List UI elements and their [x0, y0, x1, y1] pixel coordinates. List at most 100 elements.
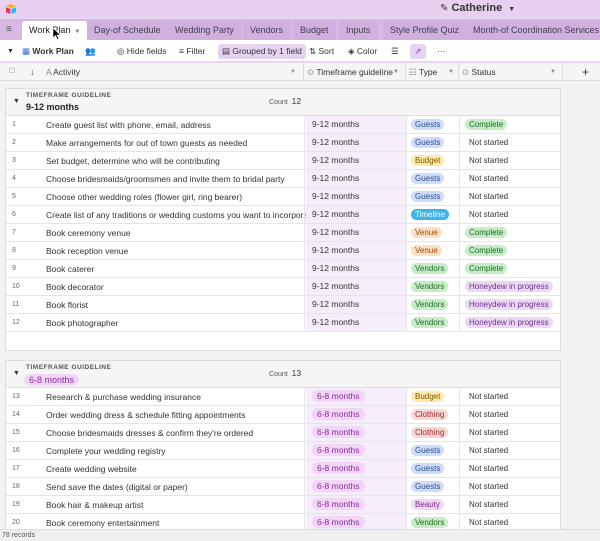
type-cell[interactable]: Clothing — [411, 409, 449, 420]
table-row[interactable]: 18 Send save the dates (digital or paper)… — [6, 478, 560, 496]
status-cell[interactable]: Not started — [465, 517, 512, 528]
activity-cell[interactable]: Create list of any traditions or wedding… — [46, 206, 315, 224]
column-header-status[interactable]: ⊙ Status ▼ — [462, 63, 560, 81]
status-cell[interactable]: Not started — [465, 391, 512, 402]
color-button[interactable]: ◈ Color — [348, 44, 377, 59]
activity-cell[interactable]: Book photographer — [46, 314, 118, 332]
table-row[interactable]: 20 Book ceremony entertainment 6-8 months V… — [6, 514, 560, 529]
timeframe-cell[interactable]: 6-8 months — [306, 496, 407, 513]
type-cell[interactable]: Timeline — [411, 209, 449, 220]
timeframe-cell[interactable]: 9-12 months — [306, 152, 407, 169]
table-row[interactable]: 1 Create guest list with phone, email, ad… — [6, 116, 560, 134]
status-cell[interactable]: Honeydew in progress — [465, 281, 553, 292]
column-header-timeframe[interactable]: ⊙ Timeframe guideline ▼ — [307, 63, 403, 81]
table-row[interactable]: 13 Research & purchase wedding insurance 6… — [6, 388, 560, 406]
activity-cell[interactable]: Book ceremony entertainment — [46, 514, 159, 529]
sort-button[interactable]: ⇅ Sort — [309, 44, 334, 59]
type-cell[interactable]: Venue — [411, 245, 442, 256]
type-cell[interactable]: Guests — [411, 137, 445, 148]
type-cell[interactable]: Budget — [411, 155, 445, 166]
type-cell[interactable]: Guests — [411, 173, 445, 184]
timeframe-cell[interactable]: 6-8 months — [306, 460, 407, 477]
type-cell[interactable]: Guests — [411, 191, 445, 202]
group-header[interactable]: ▼ TIMEFRAME GUIDELINE 6-8 months Count 13 — [6, 361, 560, 388]
timeframe-cell[interactable]: 9-12 months — [306, 170, 407, 187]
add-record-row[interactable] — [6, 332, 560, 350]
status-cell[interactable]: Honeydew in progress — [465, 317, 553, 328]
tab-vendors[interactable]: Vendors — [243, 21, 291, 40]
menu-icon[interactable]: ≡ — [6, 24, 12, 35]
type-cell[interactable]: Guests — [411, 463, 445, 474]
timeframe-cell[interactable]: 9-12 months — [306, 116, 407, 133]
table-row[interactable]: 17 Create wedding website 6-8 months Guests… — [6, 460, 560, 478]
collapse-toggle-icon[interactable]: ▼ — [13, 370, 20, 377]
timeframe-cell[interactable]: 9-12 months — [306, 260, 407, 277]
hide-fields-button[interactable]: ◎ Hide fields — [117, 44, 166, 59]
airtable-logo-icon[interactable] — [5, 3, 17, 15]
more-options-button[interactable]: ··· — [437, 44, 446, 59]
chevron-down-icon[interactable]: ▼ — [290, 63, 296, 81]
status-cell[interactable]: Not started — [465, 445, 512, 456]
status-cell[interactable]: Complete — [465, 119, 508, 130]
timeframe-cell[interactable]: 6-8 months — [306, 442, 407, 459]
status-cell[interactable]: Complete — [465, 227, 508, 238]
activity-cell[interactable]: Make arrangements for out of town guests… — [46, 134, 247, 152]
table-row[interactable]: 4 Choose bridesmaids/groomsmen and invite… — [6, 170, 560, 188]
status-cell[interactable]: Not started — [465, 499, 512, 510]
collaborators-icon[interactable]: 👥 — [85, 44, 96, 59]
row-height-icon[interactable]: ☰ — [391, 44, 399, 59]
activity-cell[interactable]: Book hair & makeup artist — [46, 496, 143, 514]
table-row[interactable]: 12 Book photographer 9-12 months Vendors Hon… — [6, 314, 560, 332]
table-row[interactable]: 9 Book caterer 9-12 months Vendors Complete — [6, 260, 560, 278]
activity-cell[interactable]: Create guest list with phone, email, add… — [46, 116, 211, 134]
status-cell[interactable]: Not started — [465, 191, 512, 202]
timeframe-cell[interactable]: 9-12 months — [306, 224, 407, 241]
type-cell[interactable]: Budget — [411, 391, 445, 402]
type-cell[interactable]: Beauty — [411, 499, 444, 510]
timeframe-cell[interactable]: 9-12 months — [306, 188, 407, 205]
timeframe-cell[interactable]: 6-8 months — [306, 478, 407, 495]
timeframe-cell[interactable]: 6-8 months — [306, 388, 407, 405]
status-cell[interactable]: Not started — [465, 173, 512, 184]
add-column-button[interactable]: + — [582, 63, 589, 81]
timeframe-cell[interactable]: 9-12 months — [306, 206, 407, 223]
type-cell[interactable]: Venue — [411, 227, 442, 238]
type-cell[interactable]: Vendors — [411, 317, 449, 328]
column-header-activity[interactable]: A Activity ▼ — [46, 63, 300, 81]
status-cell[interactable]: Complete — [465, 245, 508, 256]
status-cell[interactable]: Not started — [465, 137, 512, 148]
type-cell[interactable]: Guests — [411, 119, 445, 130]
status-cell[interactable]: Complete — [465, 263, 508, 274]
status-cell[interactable]: Honeydew in progress — [465, 299, 553, 310]
table-row[interactable]: 2 Make arrangements for out of town guest… — [6, 134, 560, 152]
tab-day-of-schedule[interactable]: Day-of Schedule — [87, 21, 168, 40]
activity-cell[interactable]: Complete your wedding registry — [46, 442, 166, 460]
type-cell[interactable]: Vendors — [411, 299, 449, 310]
type-cell[interactable]: Guests — [411, 481, 445, 492]
base-title[interactable]: ✎ Catherine ▼ — [440, 2, 515, 14]
tab-style-profile-quiz[interactable]: Style Profile Quiz — [383, 21, 467, 40]
timeframe-cell[interactable]: 6-8 months — [306, 424, 407, 441]
timeframe-cell[interactable]: 6-8 months — [306, 406, 407, 423]
chevron-down-icon[interactable]: ▼ — [550, 63, 556, 81]
status-cell[interactable]: Not started — [465, 155, 512, 166]
table-row[interactable]: 15 Choose bridesmaids dresses & confirm t… — [6, 424, 560, 442]
table-row[interactable]: 8 Book reception venue 9-12 months Venue Com… — [6, 242, 560, 260]
activity-cell[interactable]: Book reception venue — [46, 242, 128, 260]
share-view-icon[interactable]: ⇗ — [410, 44, 426, 59]
status-cell[interactable]: Not started — [465, 427, 512, 438]
activity-cell[interactable]: Choose bridesmaids/groomsmen and invite … — [46, 170, 285, 188]
tab-month-of-coordination[interactable]: Month-of Coordination Services — [466, 21, 600, 40]
activity-cell[interactable]: Book florist — [46, 296, 88, 314]
tab-inputs[interactable]: Inputs — [339, 21, 378, 40]
chevron-down-icon[interactable]: ▼ — [393, 63, 399, 81]
timeframe-cell[interactable]: 9-12 months — [306, 278, 407, 295]
column-header-type[interactable]: ☷ Type ▼ — [409, 63, 458, 81]
activity-cell[interactable]: Choose other wedding roles (flower girl,… — [46, 188, 242, 206]
activity-cell[interactable]: Create wedding website — [46, 460, 137, 478]
activity-cell[interactable]: Book decorator — [46, 278, 104, 296]
table-row[interactable]: 3 Set budget, determine who will be contr… — [6, 152, 560, 170]
table-row[interactable]: 10 Book decorator 9-12 months Vendors Honeyd… — [6, 278, 560, 296]
type-cell[interactable]: Vendors — [411, 517, 449, 528]
activity-cell[interactable]: Set budget, determine who will be contri… — [46, 152, 220, 170]
